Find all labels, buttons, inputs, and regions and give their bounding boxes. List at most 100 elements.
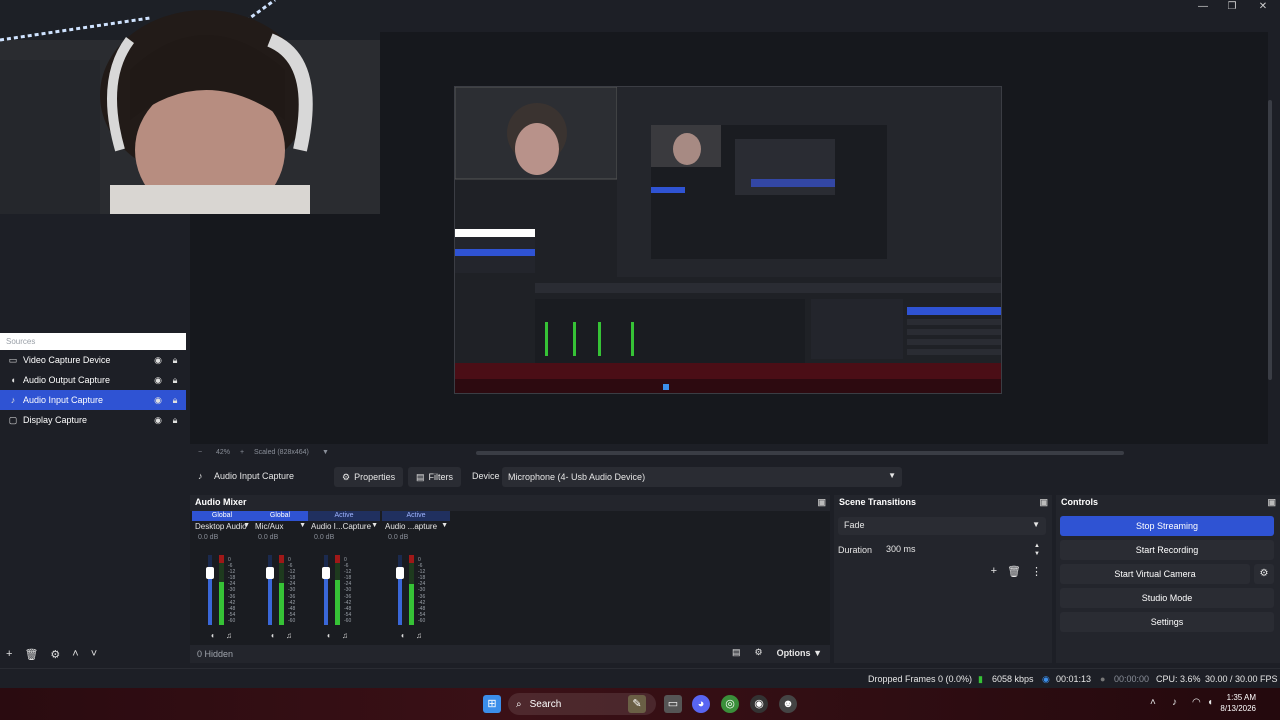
lock-icon[interactable]: 🔒︎ bbox=[169, 374, 181, 386]
lock-icon[interactable]: 🔒︎ bbox=[169, 354, 181, 366]
move-up-button[interactable]: ˄ bbox=[72, 648, 78, 660]
mute-speaker-icon[interactable]: ◖ bbox=[210, 631, 215, 640]
chevron-up-icon[interactable]: ˄ bbox=[1150, 697, 1156, 708]
lock-icon[interactable]: 🔒︎ bbox=[169, 414, 181, 426]
close-button[interactable]: ✕ bbox=[1248, 0, 1278, 14]
advanced-audio-icon[interactable]: ⚙ bbox=[754, 647, 762, 658]
studio-mode-button[interactable]: Studio Mode bbox=[1060, 588, 1274, 608]
dock-menu-icon[interactable]: ▣ bbox=[1039, 497, 1048, 508]
app-icon[interactable]: ✎ bbox=[628, 695, 646, 713]
source-item-display-capture[interactable]: ▢ Display Capture ◉ 🔒︎ bbox=[0, 410, 186, 430]
zoom-out-button[interactable]: − bbox=[198, 449, 202, 456]
duration-field[interactable]: 300 ms ▲ ▼ bbox=[882, 541, 1046, 559]
options-button[interactable]: Options ▼ bbox=[777, 648, 822, 658]
volume-slider-fill bbox=[324, 573, 328, 625]
move-down-button[interactable]: ˅ bbox=[91, 648, 97, 660]
dock-title: Scene Transitions bbox=[839, 497, 917, 507]
system-clock[interactable]: 1:35 AM 8/13/2026 bbox=[1220, 692, 1256, 714]
gear-icon[interactable]: ⚙ bbox=[1254, 564, 1274, 584]
layout-icon[interactable]: ▤ bbox=[732, 647, 741, 658]
microphone-icon[interactable]: ♪ bbox=[1172, 697, 1177, 708]
scale-tick: -60 bbox=[228, 617, 236, 624]
channel-name[interactable]: Mic/Aux ▼ bbox=[252, 521, 308, 534]
transition-select[interactable]: Fade ▼ bbox=[838, 517, 1046, 535]
volume-fader-knob[interactable] bbox=[206, 567, 214, 579]
file-explorer-icon[interactable]: ▭ bbox=[664, 695, 682, 713]
dock-menu-icon[interactable]: ▣ bbox=[817, 497, 826, 508]
level-meter bbox=[409, 555, 414, 625]
chrome-icon[interactable]: ◎ bbox=[721, 695, 739, 713]
mute-speaker-icon[interactable]: ◖ bbox=[270, 631, 275, 640]
horizontal-scrollbar[interactable] bbox=[476, 451, 1124, 455]
spinner-icon[interactable]: ▲ ▼ bbox=[1034, 542, 1040, 558]
eye-icon[interactable]: ◉ bbox=[152, 394, 164, 406]
channel-status: Global bbox=[252, 511, 308, 521]
duration-label: Duration bbox=[838, 545, 873, 555]
gear-icon[interactable]: ⚙ bbox=[50, 648, 60, 661]
mixer-channels: Global Desktop Audio ▼ 0.0 dB 0 -6 -12 -18 -24 -3… bbox=[190, 511, 830, 645]
channel-name[interactable]: Audio ...apture ▼ bbox=[382, 521, 450, 534]
more-options-icon[interactable]: ⋮ bbox=[1031, 565, 1042, 578]
start-recording-button[interactable]: Start Recording bbox=[1060, 540, 1274, 560]
filters-button[interactable]: ▤ Filters bbox=[408, 467, 462, 487]
channel-db: 0.0 dB bbox=[258, 534, 279, 541]
status-bar: Dropped Frames 0 (0.0%) ▮ 6058 kbps ◉ 00… bbox=[0, 668, 1280, 688]
wifi-icon[interactable]: ◠ bbox=[1192, 697, 1201, 708]
device-select[interactable]: Microphone (4- Usb Audio Device) ▼ bbox=[502, 467, 902, 487]
fps: 30.00 / 30.00 FPS bbox=[1205, 674, 1278, 684]
stop-streaming-button[interactable]: Stop Streaming bbox=[1060, 516, 1274, 536]
add-transition-button[interactable]: + bbox=[991, 565, 997, 578]
windows-start-icon[interactable]: ⊞ bbox=[483, 695, 501, 713]
add-source-button[interactable]: + bbox=[6, 648, 12, 660]
channel-name[interactable]: Desktop Audio ▼ bbox=[192, 521, 252, 534]
mute-speaker-icon[interactable]: ◖ bbox=[400, 631, 405, 640]
volume-fader-knob[interactable] bbox=[396, 567, 404, 579]
volume-fader-knob[interactable] bbox=[266, 567, 274, 579]
clock-time: 1:35 AM bbox=[1226, 693, 1256, 702]
vertical-scrollbar[interactable] bbox=[1268, 100, 1272, 380]
chevron-down-icon[interactable]: ▼ bbox=[322, 449, 329, 456]
signal-icon: ▮ bbox=[978, 674, 983, 684]
source-item-video-capture[interactable]: ▭ Video Capture Device ◉ 🔒︎ bbox=[0, 350, 186, 370]
volume-icon[interactable]: ◖ bbox=[1207, 697, 1213, 708]
source-item-audio-output[interactable]: ◖ Audio Output Capture ◉ 🔒︎ bbox=[0, 370, 186, 390]
dock-menu-icon[interactable]: ▣ bbox=[1267, 497, 1276, 508]
chevron-down-icon: ▼ bbox=[1032, 520, 1040, 529]
obs-icon[interactable]: ◉ bbox=[750, 695, 768, 713]
eye-icon[interactable]: ◉ bbox=[152, 414, 164, 426]
headphones-icon[interactable]: ♫ bbox=[416, 631, 422, 640]
start-virtual-camera-button[interactable]: Start Virtual Camera bbox=[1060, 564, 1250, 584]
trash-icon[interactable]: 🗑︎ bbox=[24, 648, 38, 661]
volume-slider-track[interactable] bbox=[208, 555, 212, 625]
volume-slider-track[interactable] bbox=[268, 555, 272, 625]
eye-icon[interactable]: ◉ bbox=[152, 354, 164, 366]
volume-slider-track[interactable] bbox=[398, 555, 402, 625]
stream-icon: ◉ bbox=[1042, 674, 1050, 684]
mixer-channel: Global Mic/Aux ▼ 0.0 dB 0 -6 -12 -18 -24 -30 -36 -4… bbox=[252, 511, 308, 645]
volume-slider-track[interactable] bbox=[324, 555, 328, 625]
sources-toolbar: + 🗑︎ ⚙ ˄ ˅ bbox=[0, 645, 186, 663]
volume-fader-knob[interactable] bbox=[322, 567, 330, 579]
zoom-in-button[interactable]: + bbox=[240, 449, 244, 456]
eye-icon[interactable]: ◉ bbox=[152, 374, 164, 386]
search-icon: ⌕ bbox=[516, 698, 522, 710]
trash-icon[interactable]: 🗑︎ bbox=[1007, 565, 1021, 578]
lock-icon[interactable]: 🔒︎ bbox=[169, 394, 181, 406]
audio-mixer-title: Audio Mixer ▣ bbox=[190, 495, 830, 511]
settings-button[interactable]: Settings bbox=[1060, 612, 1274, 632]
level-meter-fill bbox=[219, 581, 224, 625]
headphones-icon[interactable]: ♫ bbox=[286, 631, 292, 640]
channel-status: Active bbox=[308, 511, 380, 521]
properties-button[interactable]: ⚙ Properties bbox=[334, 467, 404, 487]
channel-name[interactable]: Audio I...Capture ▼ bbox=[308, 521, 380, 534]
mute-speaker-icon[interactable]: ◖ bbox=[326, 631, 331, 640]
headphones-icon[interactable]: ♫ bbox=[342, 631, 348, 640]
app-icon-2[interactable]: ☻ bbox=[779, 695, 797, 713]
discord-icon[interactable]: ◕ bbox=[692, 695, 710, 713]
minimize-button[interactable]: — bbox=[1188, 0, 1218, 14]
level-meter bbox=[279, 555, 284, 625]
maximize-button[interactable]: ❐ bbox=[1217, 0, 1247, 14]
source-item-audio-input[interactable]: ♪ Audio Input Capture ◉ 🔒︎ bbox=[0, 390, 186, 410]
headphones-icon[interactable]: ♫ bbox=[226, 631, 232, 640]
level-meter bbox=[335, 555, 340, 625]
